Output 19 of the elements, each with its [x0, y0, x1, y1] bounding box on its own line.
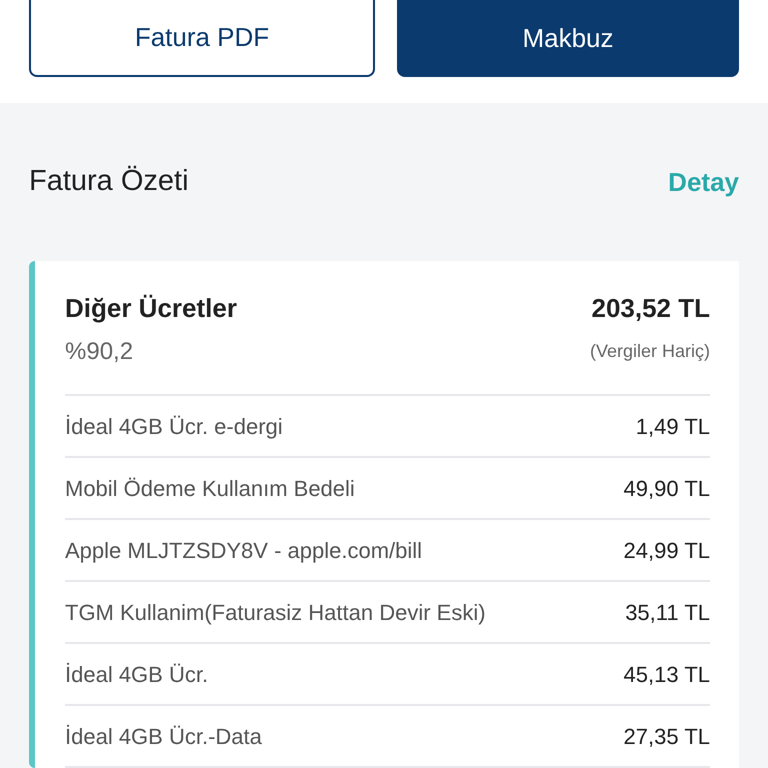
section-title: Fatura Özeti [29, 164, 189, 200]
charge-amount: 45,13 TL [624, 660, 710, 688]
charge-amount: 35,11 TL [625, 598, 710, 626]
tax-note: (Vergiler Hariç) [590, 340, 710, 363]
charge-amount: 1,49 TL [636, 412, 710, 440]
charge-amount: 49,90 TL [624, 474, 710, 502]
percent-text: %90,2 [65, 337, 134, 367]
total-amount: 203,52 TL [591, 292, 710, 325]
charge-label: İdeal 4GB Ücr. e-dergi [65, 412, 283, 441]
receipt-button[interactable]: Makbuz [397, 0, 739, 77]
invoice-pdf-button[interactable]: Fatura PDF [29, 0, 375, 77]
charge-label: TGM Kullanim(Faturasiz Hattan Devir Eski) [65, 598, 486, 626]
charge-amount: 24,99 TL [624, 536, 710, 564]
card-title: Diğer Ücretler [65, 292, 237, 325]
charge-label: Apple MLJTZSDY8V - apple.com/bill [65, 536, 422, 565]
charge-label: Mobil Ödeme Kullanım Bedeli [65, 474, 355, 502]
charge-label: İdeal 4GB Ücr. [65, 660, 208, 688]
charge-label: İdeal 4GB Ücr.-Data [65, 722, 262, 750]
charge-amount: 27,35 TL [624, 722, 710, 750]
